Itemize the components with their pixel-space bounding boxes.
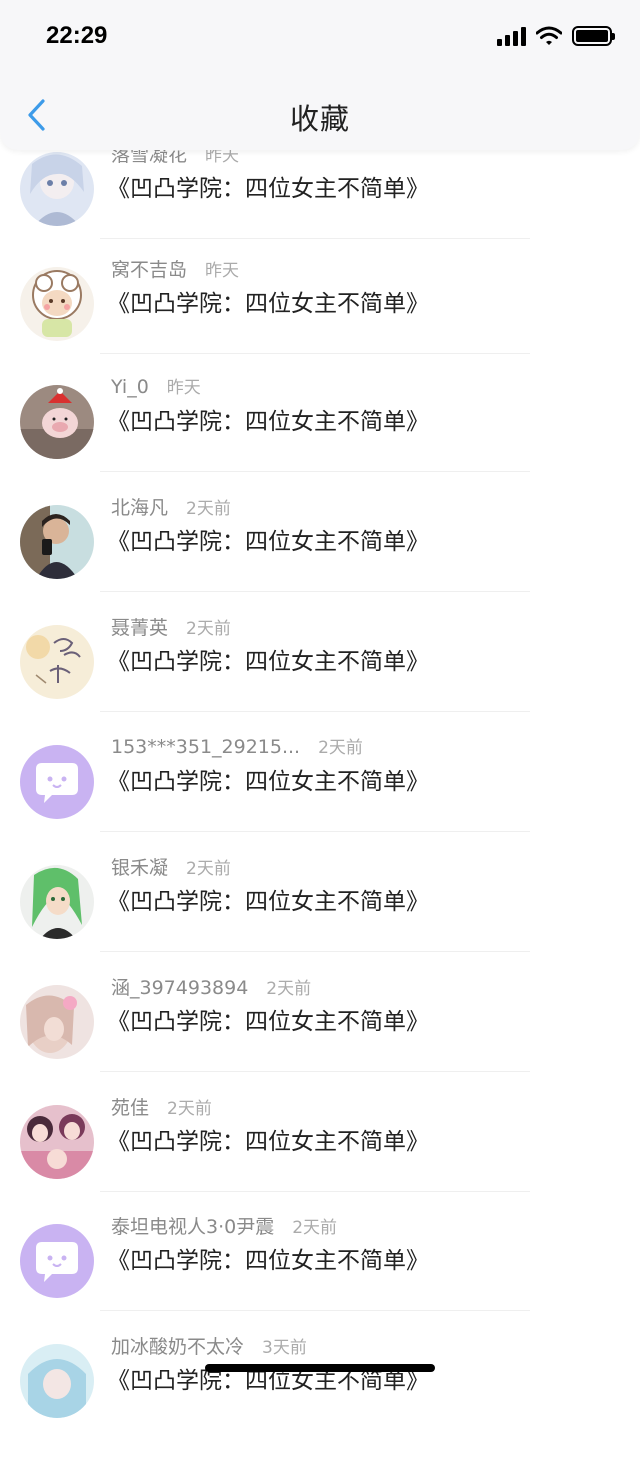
username: 聂菁英 [111,617,169,639]
divider [100,238,530,239]
username: 苑佳 [111,1097,150,1119]
cellular-signal-icon [497,26,526,46]
list-item[interactable]: 泰坦电视人3·0尹震 2天前 《凹凸学院：四位女主不简单》 [0,1216,640,1344]
timestamp: 2天前 [167,1099,212,1119]
timestamp: 2天前 [186,859,231,879]
list-item[interactable]: 窝不吉岛 昨天 《凹凸学院：四位女主不简单》 [0,259,640,387]
divider [100,711,530,712]
username: 北海凡 [111,497,169,519]
timestamp: 2天前 [186,499,231,519]
timestamp: 2天前 [292,1218,338,1238]
avatar[interactable] [20,267,94,341]
username: 窝不吉岛 [111,259,188,281]
battery-icon [572,26,615,46]
favorite-title[interactable]: 《凹凸学院：四位女主不简单》 [107,402,429,436]
list-item[interactable]: 北海凡 2天前 《凹凸学院：四位女主不简单》 [0,497,640,625]
username: 银禾凝 [111,857,169,879]
list-item[interactable]: 苑佳 2天前 《凹凸学院：四位女主不简单》 [0,1097,640,1225]
list-item[interactable]: 聂菁英 2天前 《凹凸学院：四位女主不简单》 [0,617,640,745]
favorite-title[interactable]: 《凹凸学院：四位女主不简单》 [107,762,429,796]
username: Yi_0 [111,376,149,398]
avatar[interactable] [20,985,94,1059]
list-item[interactable]: 落雪凝花 昨天 《凹凸学院：四位女主不简单》 [0,144,640,272]
favorite-title[interactable]: 《凹凸学院：四位女主不简单》 [107,522,429,556]
chat-bubble-icon [20,745,94,819]
avatar[interactable] [20,385,94,459]
home-indicator[interactable] [205,1364,435,1372]
navigation-header: 22:29 收藏 [0,0,640,150]
status-time: 22:29 [46,22,108,49]
username: 153***351_29215... [111,736,301,758]
list-item[interactable]: Yi_0 昨天 《凹凸学院：四位女主不简单》 [0,376,640,505]
divider [100,1071,530,1072]
list-item[interactable]: 153***351_29215... 2天前 《凹凸学院：四位女主不简单》 [0,736,640,865]
favorite-title[interactable]: 《凹凸学院：四位女主不简单》 [107,1002,429,1036]
divider [100,1310,530,1311]
favorite-title[interactable]: 《凹凸学院：四位女主不简单》 [107,284,429,318]
favorite-title[interactable]: 《凹凸学院：四位女主不简单》 [107,169,429,203]
timestamp: 3天前 [262,1338,307,1358]
timestamp: 2天前 [186,619,231,639]
favorite-title[interactable]: 《凹凸学院：四位女主不简单》 [107,882,429,916]
avatar[interactable] [20,745,94,819]
avatar[interactable] [20,1344,94,1418]
favorite-title[interactable]: 《凹凸学院：四位女主不简单》 [107,642,429,676]
avatar[interactable] [20,865,94,939]
username: 加冰酸奶不太冷 [111,1336,245,1358]
list-item[interactable]: 银禾凝 2天前 《凹凸学院：四位女主不简单》 [0,857,640,985]
timestamp: 2天前 [318,738,363,758]
list-item[interactable]: 加冰酸奶不太冷 3天前 《凹凸学院：四位女主不简单》 [0,1336,640,1464]
divider [100,831,530,832]
favorite-title[interactable]: 《凹凸学院：四位女主不简单》 [107,1241,429,1275]
username: 泰坦电视人3·0尹震 [111,1216,275,1238]
username: 涵_397493894 [111,977,249,999]
divider [100,471,530,472]
wifi-icon [536,26,562,45]
avatar[interactable] [20,505,94,579]
divider [100,591,530,592]
timestamp: 昨天 [205,261,240,281]
avatar[interactable] [20,625,94,699]
timestamp: 昨天 [166,378,201,398]
avatar[interactable] [20,1105,94,1179]
list-item[interactable]: 涵_397493894 2天前 《凹凸学院：四位女主不简单》 [0,977,640,1105]
avatar[interactable] [20,1224,94,1298]
favorite-title[interactable]: 《凹凸学院：四位女主不简单》 [107,1122,429,1156]
divider [100,1191,530,1192]
status-icons [497,26,615,46]
page-title: 收藏 [289,102,350,136]
chat-bubble-icon [20,1224,94,1298]
divider [100,951,530,952]
timestamp: 2天前 [266,979,312,999]
avatar[interactable] [20,152,94,226]
divider [100,353,530,354]
